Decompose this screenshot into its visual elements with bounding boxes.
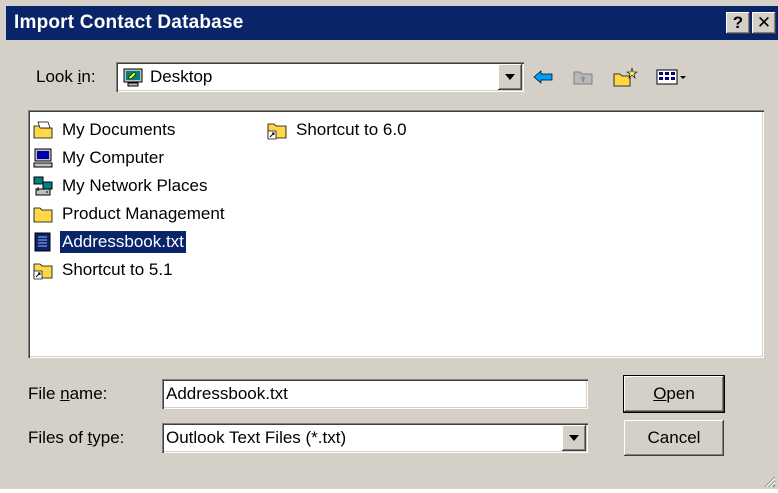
file-type-dropdown-button[interactable]: [562, 425, 586, 451]
close-button[interactable]: ✕: [752, 12, 776, 34]
view-menu-icon: [656, 69, 686, 85]
network-places-icon: [32, 175, 54, 197]
desktop-icon: [122, 66, 144, 88]
resize-grip-icon: [764, 476, 776, 488]
my-documents-icon: [32, 119, 54, 141]
shortcut-folder-icon: [32, 259, 54, 281]
my-computer-icon: [32, 147, 54, 169]
look-in-combo[interactable]: Desktop: [116, 62, 524, 92]
file-name-value: Addressbook.txt: [166, 384, 288, 403]
shortcut-folder-icon: [266, 119, 288, 141]
window-title: Import Contact Database: [14, 12, 244, 33]
file-type-label: Files of type:: [28, 428, 125, 447]
close-icon: ✕: [756, 13, 772, 32]
back-arrow-icon: [533, 70, 553, 84]
file-name-label: File name:: [28, 384, 108, 403]
resize-grip[interactable]: [762, 473, 776, 488]
look-in-dropdown-button[interactable]: [498, 64, 522, 90]
list-item-selected[interactable]: Addressbook.txt: [32, 228, 187, 256]
file-type-combo[interactable]: Outlook Text Files (*.txt): [162, 423, 588, 453]
cancel-button[interactable]: Cancel: [624, 420, 724, 456]
new-folder-icon: [613, 67, 638, 87]
help-button[interactable]: ?: [726, 12, 750, 34]
back-button[interactable]: [528, 62, 558, 92]
list-item[interactable]: My Documents: [32, 116, 177, 144]
file-type-value: Outlook Text Files (*.txt): [166, 428, 347, 447]
file-list[interactable]: My Documents My Computer My Network Plac…: [28, 110, 764, 358]
file-name-input[interactable]: Addressbook.txt: [162, 379, 588, 409]
look-in-label: Look in:: [36, 67, 96, 86]
list-item[interactable]: My Computer: [32, 144, 166, 172]
up-folder-icon: [573, 71, 593, 85]
look-in-value: Desktop: [150, 67, 213, 86]
view-menu-button[interactable]: [652, 62, 692, 92]
list-item[interactable]: My Network Places: [32, 172, 209, 200]
chevron-down-icon: [569, 435, 579, 441]
up-folder-button[interactable]: [568, 62, 598, 92]
new-folder-button[interactable]: [610, 62, 640, 92]
import-contact-dialog: Import Contact Database ? ✕ Look in: Des…: [0, 0, 778, 489]
list-item[interactable]: Shortcut to 5.1: [32, 256, 175, 284]
text-file-icon: [32, 231, 54, 253]
open-button[interactable]: Open: [624, 376, 724, 412]
folder-icon: [32, 203, 54, 225]
title-bar[interactable]: Import Contact Database ? ✕: [6, 6, 778, 40]
list-item[interactable]: Product Management: [32, 200, 227, 228]
chevron-down-icon: [505, 74, 515, 80]
list-item[interactable]: Shortcut to 6.0: [266, 116, 409, 144]
